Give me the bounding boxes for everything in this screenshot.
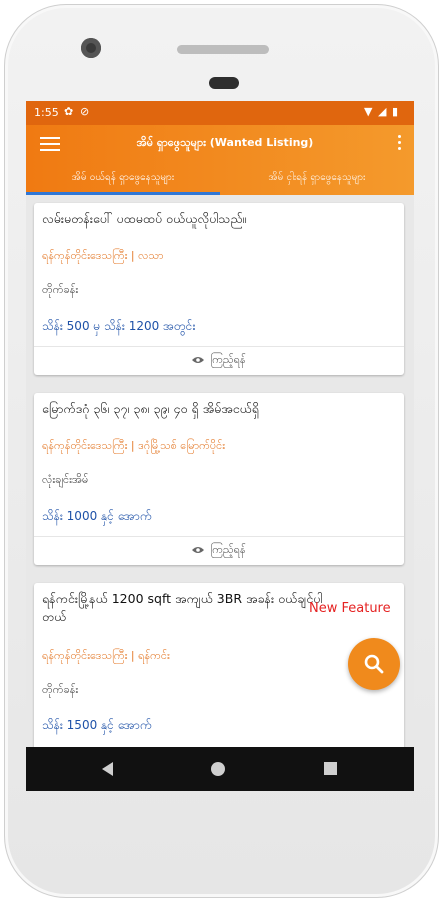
tab-renters[interactable]: အိမ် ငှါးရန် ရှာဖွေနေသူများ <box>220 163 414 195</box>
front-camera <box>81 38 101 58</box>
listing-location: ရန်ကုန်တိုင်းဒေသကြီး | လသာ <box>42 249 164 262</box>
listing-price: သိန်း 500 မှ သိန်း 1200 အတွင်း <box>42 319 196 333</box>
hamburger-menu-icon[interactable] <box>40 137 60 151</box>
status-time: 1:55 <box>34 106 59 119</box>
listing-title: မြောက်ဒဂုံ ၃၆၊ ၃၇၊ ၃၈၊ ၃၉၊ ၄၀ ရှိ အိမ်အင… <box>42 401 259 416</box>
recent-apps-icon[interactable] <box>324 762 337 775</box>
signal-icon: ◢ <box>378 105 387 118</box>
system-navigation-bar <box>26 747 414 791</box>
listing-title: ရန်ကင်းမြို့နယ် 1200 sqft အကျယ် 3BR အခန်… <box>42 591 323 624</box>
wifi-icon: ▼ <box>364 105 373 118</box>
search-icon <box>364 654 384 674</box>
new-feature-label: New Feature <box>309 601 391 616</box>
status-bar: 1:55 ✿ ⊘ ▼ ◢ ▮ <box>26 101 414 125</box>
settings-gear-icon: ✿ <box>64 105 74 118</box>
tab-bar: အိမ် ဝယ်ရန် ရှာဖွေနေသူများ အိမ် ငှါးရန် … <box>26 163 414 195</box>
listing-title: လမ်းမတန်းပေါ် ပထမထပ် ဝယ်ယူလိုပါသည်။ <box>42 211 247 226</box>
listing-price: သိန်း 1500 နှင့် အောက် <box>42 718 152 732</box>
home-icon[interactable] <box>211 762 225 776</box>
view-button[interactable]: ကြည့်ရန် <box>34 543 404 559</box>
app-bar: အိမ် ရှာဖွေသူများ (Wanted Listing) <box>26 125 414 163</box>
search-fab-button[interactable] <box>348 638 400 690</box>
listing-property-type: တိုက်ခန်း <box>42 283 79 296</box>
overflow-menu-icon[interactable] <box>398 135 402 153</box>
listing-property-type: လုံးချင်းအိမ် <box>42 473 89 486</box>
view-label: ကြည့်ရန် <box>210 543 246 556</box>
listing-card[interactable]: လမ်းမတန်းပေါ် ပထမထပ် ဝယ်ယူလိုပါသည်။ ရန်က… <box>34 203 404 375</box>
eye-icon <box>192 547 205 553</box>
earpiece-speaker <box>177 45 269 54</box>
listing-price: သိန်း 1000 နှင့် အောက် <box>42 509 152 523</box>
listing-card[interactable]: မြောက်ဒဂုံ ၃၆၊ ၃၇၊ ၃၈၊ ၃၉၊ ၄၀ ရှိ အိမ်အင… <box>34 393 404 565</box>
listing-location: ရန်ကုန်တိုင်းဒေသကြီး | ဒဂုံမြို့သစ် မြော… <box>42 439 226 452</box>
eye-icon <box>192 357 205 363</box>
view-button[interactable]: ကြည့်ရန် <box>34 353 404 369</box>
app-screen: 1:55 ✿ ⊘ ▼ ◢ ▮ အိမ် ရှာဖွေသူများ (Wanted… <box>26 101 414 791</box>
card-divider <box>34 346 404 347</box>
view-label: ကြည့်ရန် <box>210 353 246 366</box>
tab-buyers[interactable]: အိမ် ဝယ်ရန် ရှာဖွေနေသူများ <box>26 163 220 195</box>
card-divider <box>34 536 404 537</box>
proximity-sensor <box>209 77 239 89</box>
battery-icon: ▮ <box>392 105 399 118</box>
back-icon[interactable] <box>102 762 113 776</box>
page-title: အိမ် ရှာဖွေသူများ (Wanted Listing) <box>136 136 314 149</box>
notification-icon: ⊘ <box>80 105 90 118</box>
listing-property-type: တိုက်ခန်း <box>42 683 79 696</box>
listing-location: ရန်ကုန်တိုင်းဒေသကြီး | ရန်ကင်း <box>42 649 170 662</box>
